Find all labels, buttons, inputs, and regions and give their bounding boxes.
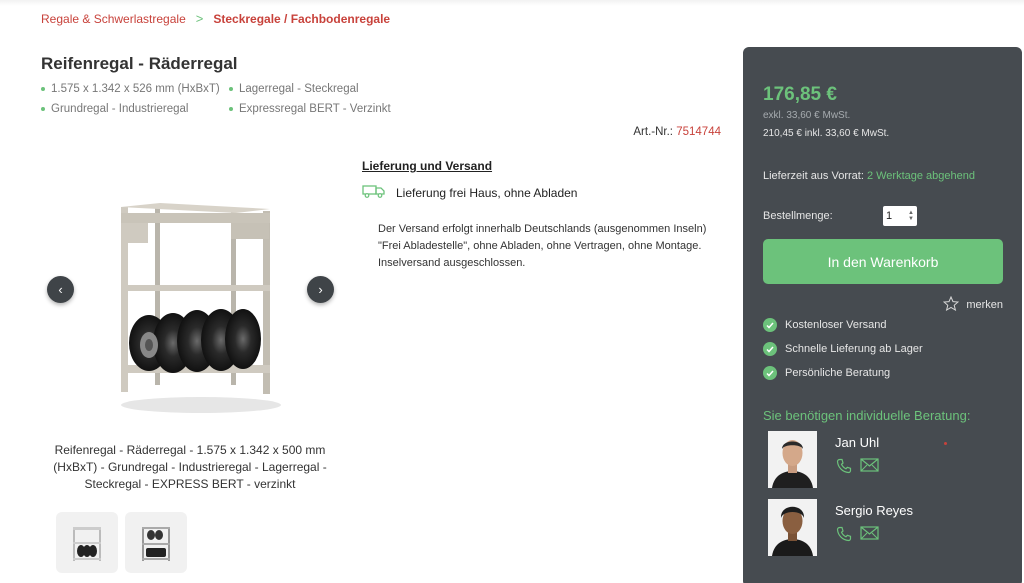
benefit-item: Schnelle Lieferung ab Lager <box>763 337 923 361</box>
quantity-label: Bestellmenge: <box>763 210 833 222</box>
bullet-icon <box>229 87 233 91</box>
contact-name: Jan Uhl <box>835 435 880 450</box>
benefit-text: Schnelle Lieferung ab Lager <box>785 343 923 355</box>
gallery-next-button[interactable]: › <box>307 276 334 303</box>
delivery-time-value: 2 Werktage abgehend <box>866 170 975 182</box>
mail-icon[interactable] <box>860 458 879 479</box>
check-icon <box>763 366 777 380</box>
add-to-cart-button[interactable]: In den Warenkorb <box>763 239 1003 284</box>
stepper-arrows-icon[interactable]: ▲ ▼ <box>908 210 914 222</box>
star-icon <box>943 295 960 314</box>
check-icon <box>763 318 777 332</box>
phone-icon[interactable] <box>836 458 852 479</box>
contact-actions <box>836 526 879 547</box>
breadcrumb-current[interactable]: Steckregale / Fachbodenregale <box>213 12 390 26</box>
benefit-item: Persönliche Beratung <box>763 361 923 385</box>
feature-item: Grundregal - Industrieregal <box>41 103 229 115</box>
top-shade <box>0 0 1024 6</box>
breadcrumb-link-regale[interactable]: Regale & Schwerlastregale <box>41 12 186 26</box>
mail-icon[interactable] <box>860 526 879 547</box>
product-title: Reifenregal - Räderregal <box>41 54 238 73</box>
wishlist-button[interactable]: merken <box>943 295 1003 314</box>
feature-text: Grundregal - Industrieregal <box>51 103 189 115</box>
contact-name: Sergio Reyes <box>835 503 914 518</box>
avatar <box>768 431 817 488</box>
benefit-text: Kostenloser Versand <box>785 319 887 331</box>
feature-item: Lagerregal - Steckregal <box>229 83 401 95</box>
quantity-stepper[interactable]: 1 ▲ ▼ <box>883 206 917 226</box>
article-number-value: 7514744 <box>676 126 721 138</box>
phone-icon[interactable] <box>836 526 852 547</box>
delivery-text: Der Versand erfolgt innerhalb Deutschlan… <box>378 223 707 270</box>
contact-card: Sergio Reyes <box>768 499 998 559</box>
contact-actions <box>836 458 879 479</box>
bullet-icon <box>41 87 45 91</box>
feature-text: Expressregal BERT - Verzinkt <box>239 103 391 115</box>
delivery-line: Lieferung frei Haus, ohne Abladen <box>362 184 577 201</box>
bullet-icon <box>229 107 233 111</box>
delivery-panel: Lieferung und Versand Lieferung frei Hau… <box>362 155 734 283</box>
thumbnail-1[interactable] <box>56 512 118 573</box>
bullet-icon <box>41 107 45 111</box>
feature-text: Lagerregal - Steckregal <box>239 83 359 95</box>
wishlist-label: merken <box>966 299 1003 311</box>
thumbnail-strip <box>56 512 187 573</box>
truck-icon <box>362 184 386 201</box>
feature-item: Expressregal BERT - Verzinkt <box>229 103 401 115</box>
feature-item: 1.575 x 1.342 x 526 mm (HxBxT) <box>41 83 229 95</box>
article-number: Art.-Nr.: 7514744 <box>633 126 721 138</box>
article-number-label: Art.-Nr.: <box>633 126 674 138</box>
benefit-list: Kostenloser Versand Schnelle Lieferung a… <box>763 313 923 385</box>
feature-list: 1.575 x 1.342 x 526 mm (HxBxT) Lagerrega… <box>41 83 401 115</box>
buy-box: 176,85 € exkl. 33,60 € MwSt. 210,45 € in… <box>743 47 1022 583</box>
product-image[interactable] <box>111 165 291 415</box>
avatar <box>768 499 817 556</box>
delivery-line-text: Lieferung frei Haus, ohne Abladen <box>396 185 578 200</box>
benefit-text: Persönliche Beratung <box>785 367 891 379</box>
price: 176,85 € <box>763 84 837 105</box>
benefit-item: Kostenloser Versand <box>763 313 923 337</box>
contact-card: Jan Uhl <box>768 431 998 491</box>
thumbnail-2[interactable] <box>125 512 187 573</box>
product-gallery: ‹ › <box>41 155 341 435</box>
breadcrumb: Regale & Schwerlastregale > Steckregale … <box>41 11 390 26</box>
price-incl-vat: 210,45 € inkl. 33,60 € MwSt. <box>763 128 890 139</box>
delivery-heading[interactable]: Lieferung und Versand <box>362 159 492 173</box>
quantity-value[interactable]: 1 <box>886 210 892 222</box>
consulting-heading: Sie benötigen individuelle Beratung: <box>763 408 971 423</box>
product-caption: Reifenregal - Räderregal - 1.575 x 1.342… <box>53 443 327 491</box>
breadcrumb-separator-icon: > <box>195 11 204 26</box>
feature-text: 1.575 x 1.342 x 526 mm (HxBxT) <box>51 83 220 95</box>
delivery-time: Lieferzeit aus Vorrat: 2 Werktage abgehe… <box>763 170 975 182</box>
status-dot <box>944 442 947 445</box>
price-excl-vat: exkl. 33,60 € MwSt. <box>763 110 851 121</box>
delivery-time-label: Lieferzeit aus Vorrat: <box>763 170 864 182</box>
check-icon <box>763 342 777 356</box>
gallery-prev-button[interactable]: ‹ <box>47 276 74 303</box>
